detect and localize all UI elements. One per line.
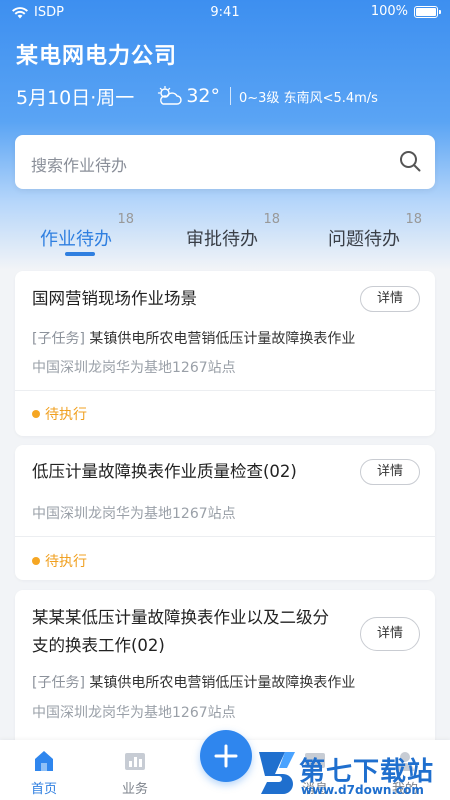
plus-icon [214,744,238,768]
subtask-text: 某镇供电所农电营销低压计量故障换表作业 [89,675,356,691]
task-card[interactable]: 国网营销现场作业场景 详情 [子任务] 某镇供电所农电营销低压计量故障换表作业 … [15,271,435,436]
status-text: 待执行 [45,407,87,423]
chart-icon [125,753,145,770]
partly-cloudy-icon [158,86,182,105]
tab-count: 18 [117,212,134,227]
date-weather-line: 5月10日·周一 32° 0~3级 东南风<5.4m/s [16,82,378,110]
tab-work-todo[interactable]: 作业待办 18 [40,212,134,251]
task-card[interactable]: 某某某低压计量故障换表作业以及二级分支的换表工作(02) 详情 [子任务] 某镇… [15,590,435,750]
task-title: 国网营销现场作业场景 [32,289,197,308]
date-label: 5月10日·周一 [16,86,135,109]
search-icon[interactable] [399,150,421,172]
tab-issue-todo[interactable]: 问题待办 18 [328,212,422,251]
card-divider [15,390,435,391]
status-badge: 待执行 [32,551,87,571]
status-dot [32,410,40,418]
task-location: 中国深圳龙岗华为基地1267站点 [32,705,236,721]
active-tab-indicator [65,252,95,256]
watermark-logo-icon [259,752,295,794]
task-location: 中国深圳龙岗华为基地1267站点 [32,506,236,522]
task-card[interactable]: 低压计量故障换表作业质量检查(02) 详情 中国深圳龙岗华为基地1267站点 待… [15,445,435,580]
task-title: 某某某低压计量故障换表作业以及二级分支的换表工作(02) [32,608,329,655]
tab-count: 18 [405,212,422,227]
todo-tabs: 作业待办 18 审批待办 18 问题待办 18 [0,210,450,270]
tab-label: 问题待办 [328,229,400,250]
card-divider [15,536,435,537]
tab-approval-todo[interactable]: 审批待办 18 [186,212,280,251]
watermark: 第七下载站 www.d7down.com [255,745,450,800]
subtask-text: 某镇供电所农电营销低压计量故障换表作业 [89,331,356,347]
detail-button[interactable]: 详情 [360,286,420,312]
subtask-line: [子任务] 某镇供电所农电营销低压计量故障换表作业 [32,328,355,348]
subtask-tag: [子任务] [32,331,85,347]
add-button[interactable] [200,730,252,782]
tab-label: 首页 [30,782,57,797]
search-placeholder: 搜索作业待办 [31,156,128,175]
status-dot [32,557,40,565]
detail-button[interactable]: 详情 [360,617,420,651]
detail-button[interactable]: 详情 [360,459,420,485]
divider [230,87,231,105]
tab-label: 业务 [121,782,148,797]
task-title: 低压计量故障换表作业质量检查(02) [32,462,297,481]
home-icon [35,751,53,771]
temperature: 32° [186,85,220,107]
watermark-url: www.d7down.com [301,783,424,797]
status-bar: ISDP 9:41 100% [0,0,450,26]
tab-business[interactable]: 业务 [105,748,165,797]
tab-count: 18 [263,212,280,227]
status-badge: 待执行 [32,404,87,424]
tab-label: 作业待办 [40,229,112,250]
subtask-tag: [子任务] [32,675,85,691]
tab-label: 审批待办 [186,229,258,250]
search-input[interactable]: 搜索作业待办 [15,135,435,189]
wind-info: 0~3级 东南风<5.4m/s [239,90,378,106]
status-text: 待执行 [45,554,87,570]
battery-icon [414,5,441,18]
company-name: 某电网电力公司 [16,44,178,69]
tab-home[interactable]: 首页 [14,748,74,797]
battery-percent: 100% [370,4,408,19]
task-location: 中国深圳龙岗华为基地1267站点 [32,360,236,376]
subtask-line: [子任务] 某镇供电所农电营销低压计量故障换表作业 [32,672,355,692]
